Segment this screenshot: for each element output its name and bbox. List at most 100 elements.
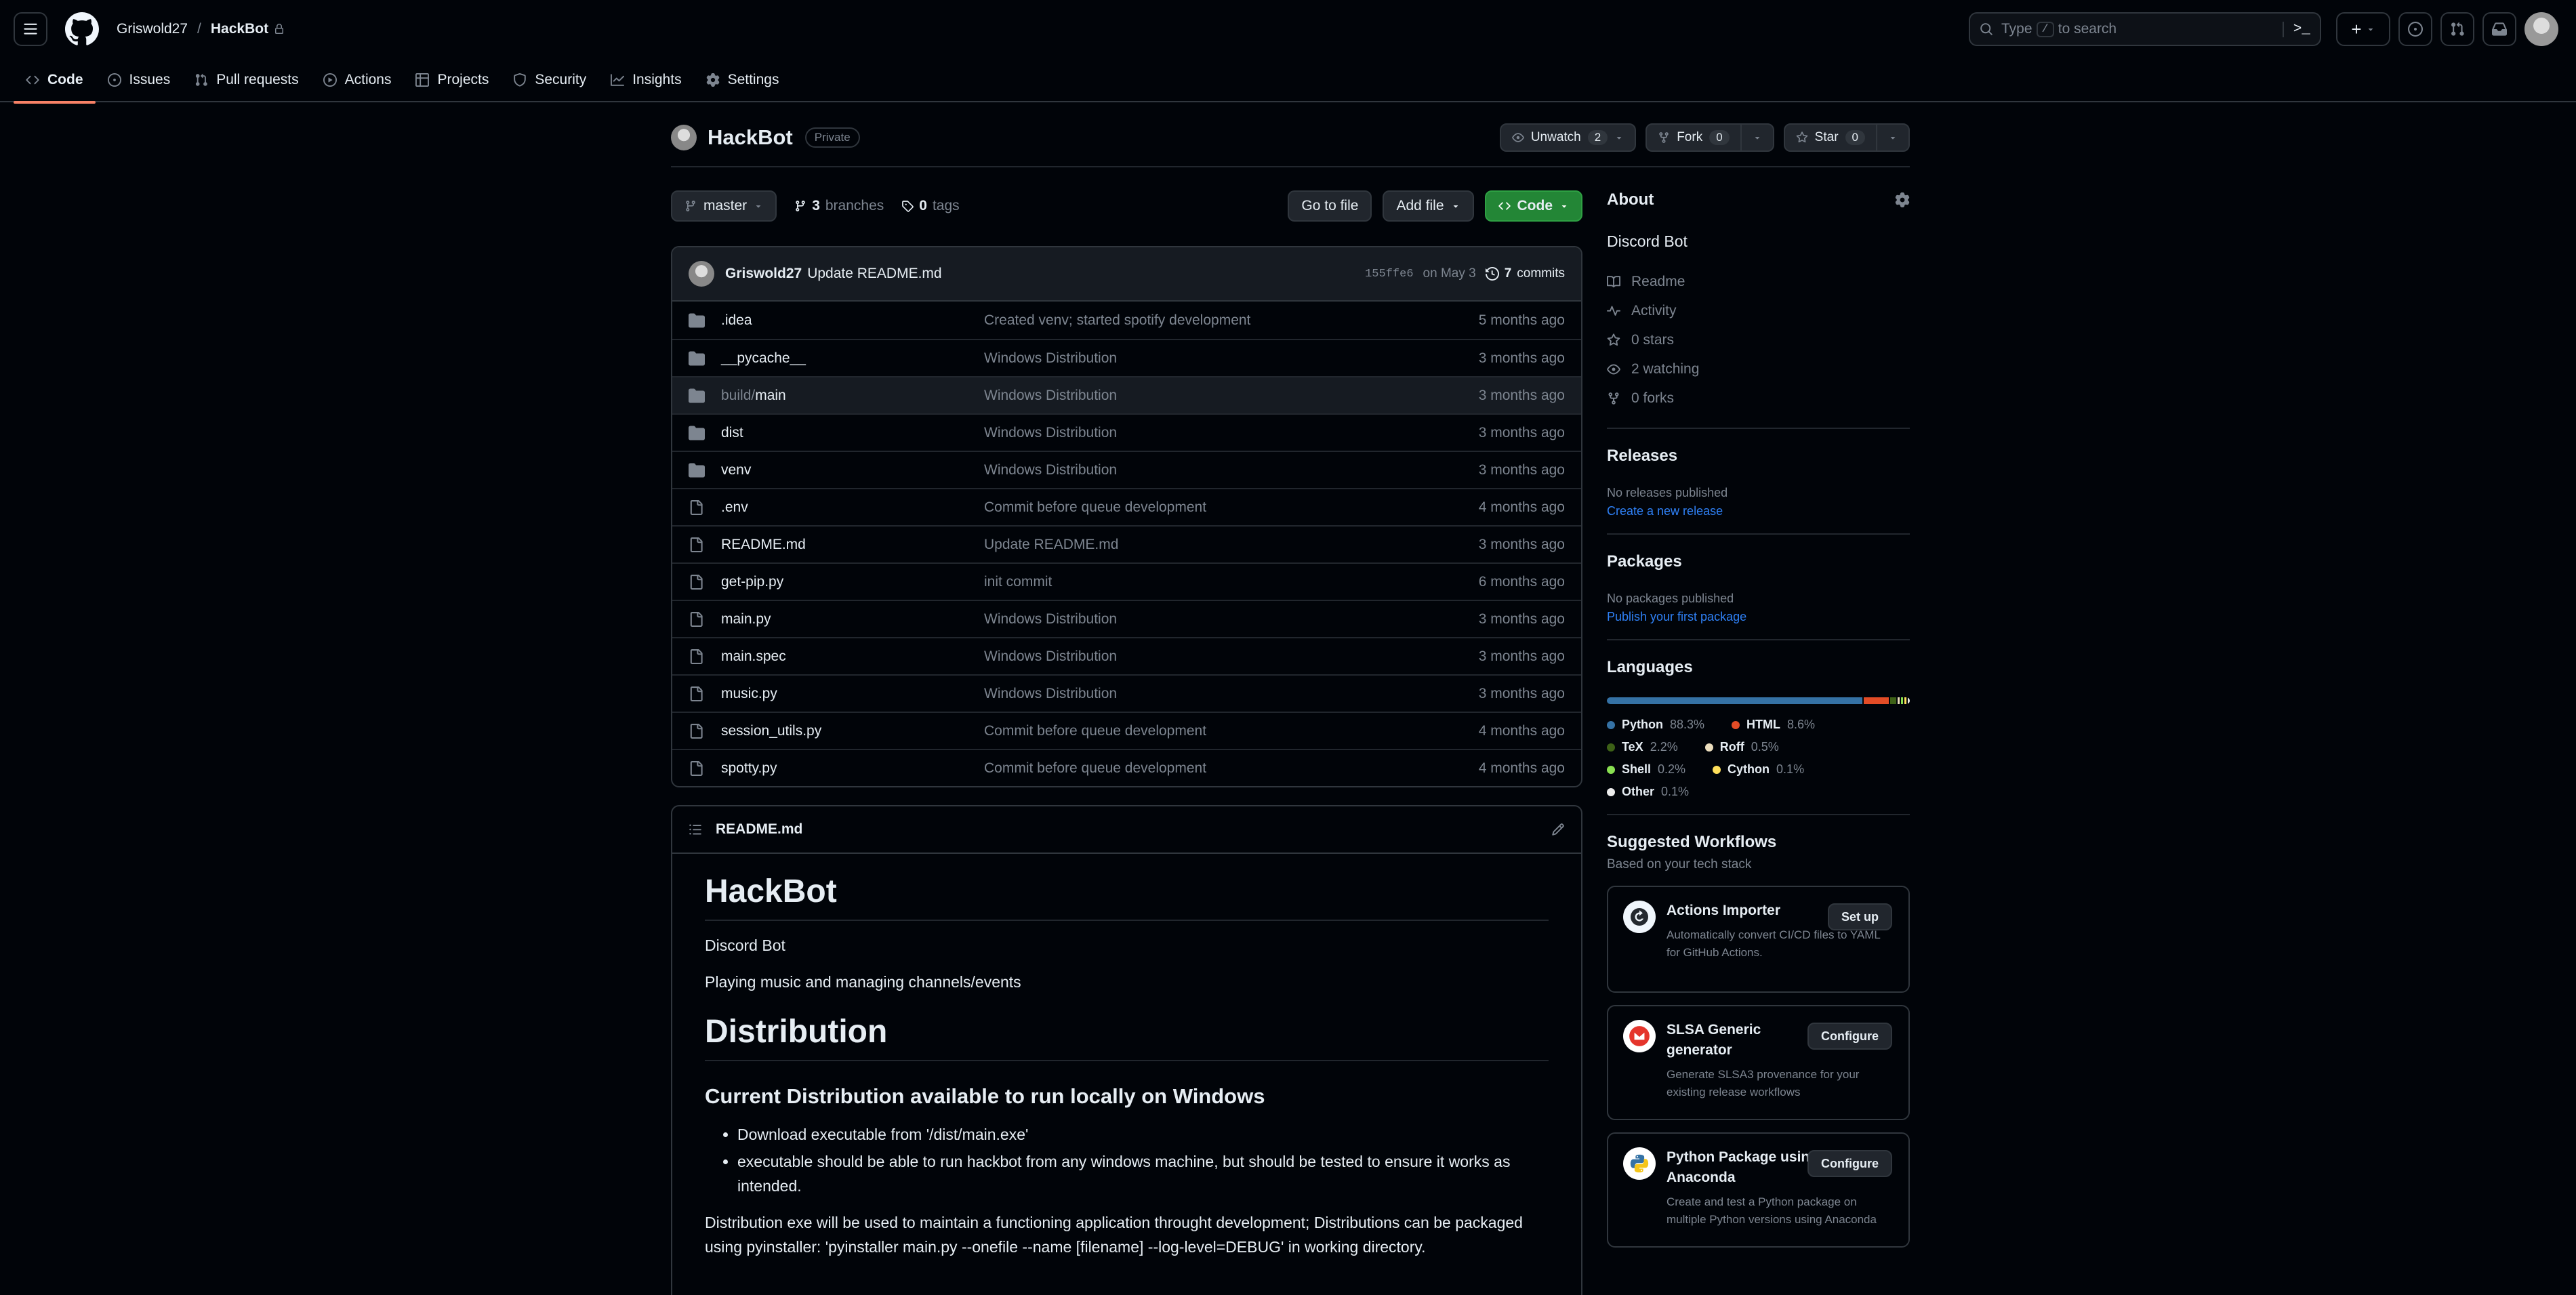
user-avatar[interactable] — [2524, 12, 2558, 46]
workflow-name[interactable]: Actions Importer — [1667, 901, 1802, 921]
create-new-button[interactable]: + — [2336, 12, 2390, 46]
file-row[interactable]: .env Commit before queue development 4 mon… — [672, 488, 1581, 525]
command-palette-icon[interactable]: >_ — [2282, 21, 2310, 37]
file-commit-message[interactable]: Windows Distribution — [984, 350, 1479, 367]
owner-link[interactable]: Griswold27 — [117, 21, 188, 37]
file-commit-message[interactable]: Windows Distribution — [984, 388, 1479, 404]
tab-actions[interactable]: Actions — [311, 58, 404, 102]
commit-author-avatar[interactable] — [689, 261, 714, 287]
file-name[interactable]: session_utils.py — [721, 723, 984, 739]
commit-message[interactable]: Update README.md — [807, 266, 941, 282]
code-button[interactable]: Code — [1484, 190, 1582, 222]
workflow-configure-button[interactable]: Configure — [1807, 1023, 1892, 1050]
file-row[interactable]: build/main Windows Distribution 3 months a… — [672, 376, 1581, 413]
language-item[interactable]: TeX 2.2% — [1607, 740, 1678, 754]
file-commit-message[interactable]: Commit before queue development — [984, 723, 1479, 739]
file-commit-message[interactable]: Update README.md — [984, 537, 1479, 553]
issues-button[interactable] — [2398, 12, 2432, 46]
tab-settings[interactable]: Settings — [694, 58, 792, 102]
file-commit-message[interactable]: Windows Distribution — [984, 686, 1479, 702]
about-stars[interactable]: 0 stars — [1607, 325, 1910, 354]
about-forks[interactable]: 0 forks — [1607, 384, 1910, 413]
tab-insights[interactable]: Insights — [598, 58, 693, 102]
packages-title[interactable]: Packages — [1607, 552, 1910, 571]
file-row[interactable]: main.spec Windows Distribution 3 months ag… — [672, 637, 1581, 674]
unwatch-button[interactable]: Unwatch 2 — [1499, 123, 1637, 152]
readme-filename[interactable]: README.md — [716, 821, 802, 838]
file-commit-message[interactable]: Commit before queue development — [984, 760, 1479, 777]
inbox-button[interactable] — [2482, 12, 2516, 46]
file-row[interactable]: dist Windows Distribution 3 months ago — [672, 413, 1581, 451]
pencil-icon[interactable] — [1551, 823, 1565, 836]
fork-button[interactable]: Fork 0 — [1645, 123, 1774, 152]
file-name[interactable]: music.py — [721, 686, 984, 702]
list-icon[interactable] — [689, 823, 702, 836]
pull-requests-button[interactable] — [2440, 12, 2474, 46]
file-row[interactable]: venv Windows Distribution 3 months ago — [672, 451, 1581, 488]
workflow-name[interactable]: SLSA Generic generator — [1667, 1020, 1802, 1061]
file-row[interactable]: get-pip.py init commit 6 months ago — [672, 562, 1581, 600]
file-name[interactable]: get-pip.py — [721, 574, 984, 590]
star-dropdown[interactable] — [1876, 125, 1908, 150]
language-item[interactable]: Python 88.3% — [1607, 718, 1704, 732]
workflow-setup-button[interactable]: Set up — [1827, 903, 1892, 930]
repo-title[interactable]: HackBot — [708, 125, 793, 150]
file-commit-message[interactable]: Windows Distribution — [984, 425, 1479, 441]
file-commit-message[interactable]: Windows Distribution — [984, 611, 1479, 628]
file-commit-message[interactable]: Windows Distribution — [984, 649, 1479, 665]
file-row[interactable]: .idea Created venv; started spotify devel… — [672, 302, 1581, 339]
file-row[interactable]: music.py Windows Distribution 3 months ago — [672, 674, 1581, 712]
menu-button[interactable] — [14, 12, 47, 46]
releases-title[interactable]: Releases — [1607, 447, 1910, 466]
commits-link[interactable]: 7 commits — [1485, 266, 1565, 281]
file-name[interactable]: build/main — [721, 388, 984, 404]
file-name[interactable]: dist — [721, 425, 984, 441]
language-item[interactable]: Shell 0.2% — [1607, 762, 1685, 777]
add-file-button[interactable]: Add file — [1383, 190, 1474, 222]
publish-package-link[interactable]: Publish your first package — [1607, 610, 1910, 624]
about-activity[interactable]: Activity — [1607, 296, 1910, 325]
file-name[interactable]: main.spec — [721, 649, 984, 665]
fork-dropdown[interactable] — [1740, 125, 1773, 150]
file-row[interactable]: spotty.py Commit before queue development… — [672, 749, 1581, 786]
commit-hash[interactable]: 155ffe6 — [1365, 268, 1413, 281]
tab-issues[interactable]: Issues — [96, 58, 183, 102]
language-item[interactable]: Roff 0.5% — [1704, 740, 1779, 754]
go-to-file-button[interactable]: Go to file — [1288, 190, 1372, 222]
tab-security[interactable]: Security — [501, 58, 598, 102]
language-item[interactable]: Cython 0.1% — [1713, 762, 1804, 777]
gear-icon[interactable] — [1895, 192, 1910, 207]
file-commit-message[interactable]: Created venv; started spotify developmen… — [984, 312, 1479, 329]
workflow-configure-button[interactable]: Configure — [1807, 1150, 1892, 1177]
file-name[interactable]: README.md — [721, 537, 984, 553]
file-row[interactable]: __pycache__ Windows Distribution 3 months … — [672, 339, 1581, 376]
commit-author[interactable]: Griswold27 — [725, 266, 802, 282]
github-logo[interactable] — [65, 12, 99, 46]
tags-link[interactable]: 0 tags — [901, 198, 960, 214]
file-row[interactable]: README.md Update README.md 3 months ago — [672, 525, 1581, 562]
file-name[interactable]: main.py — [721, 611, 984, 628]
about-readme[interactable]: Readme — [1607, 267, 1910, 296]
file-name[interactable]: venv — [721, 462, 984, 478]
about-watching[interactable]: 2 watching — [1607, 354, 1910, 384]
file-commit-message[interactable]: init commit — [984, 574, 1479, 590]
file-commit-message[interactable]: Commit before queue development — [984, 499, 1479, 516]
language-item[interactable]: Other 0.1% — [1607, 785, 1689, 799]
tab-code[interactable]: Code — [14, 58, 96, 104]
file-commit-message[interactable]: Windows Distribution — [984, 462, 1479, 478]
create-release-link[interactable]: Create a new release — [1607, 504, 1910, 518]
branches-link[interactable]: 3 branches — [794, 198, 884, 214]
file-row[interactable]: session_utils.py Commit before queue deve… — [672, 712, 1581, 749]
branch-select[interactable]: master — [671, 190, 777, 222]
file-name[interactable]: spotty.py — [721, 760, 984, 777]
tab-pull-requests[interactable]: Pull requests — [182, 58, 310, 102]
search-input[interactable]: Type / to search >_ — [1969, 12, 2321, 46]
file-row[interactable]: main.py Windows Distribution 3 months ago — [672, 600, 1581, 637]
file-name[interactable]: .idea — [721, 312, 984, 329]
file-name[interactable]: __pycache__ — [721, 350, 984, 367]
star-button[interactable]: Star 0 — [1783, 123, 1910, 152]
repo-link[interactable]: HackBot — [211, 21, 285, 37]
tab-projects[interactable]: Projects — [403, 58, 501, 102]
file-name[interactable]: .env — [721, 499, 984, 516]
workflow-name[interactable]: Python Package using Anaconda — [1667, 1147, 1822, 1188]
